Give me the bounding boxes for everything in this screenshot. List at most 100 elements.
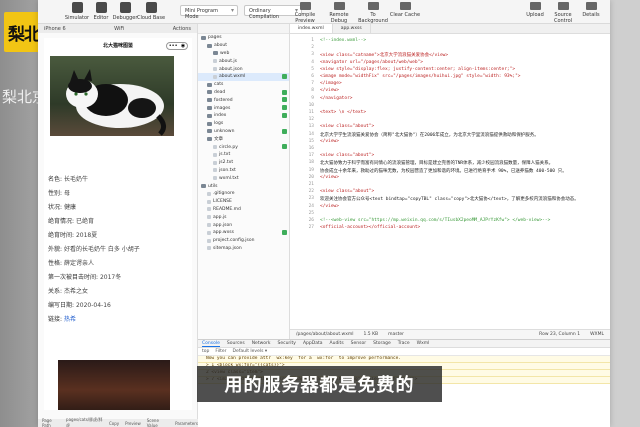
devtools-tab-audits[interactable]: Audits [330,341,344,346]
devtools-tab-console[interactable]: Console [202,341,220,347]
details-button[interactable]: Details [574,2,608,18]
line-number: 13 [308,124,314,130]
tree-folder[interactable]: pages [198,34,289,42]
tree-folder[interactable]: logs [198,120,289,128]
tree-folder[interactable]: unknown [198,128,289,136]
tree-label: app.js [213,214,227,220]
tree-file[interactable]: js.txt [198,151,289,159]
tree-label: images [214,105,231,111]
tree-label: LICENSE [213,199,232,205]
info-row: 关系: 杰希之女 [48,286,88,295]
git-status-icon [282,73,287,79]
tab-index-wxml[interactable]: index.wxml [290,24,333,33]
info-key: 名色: [48,176,63,183]
info-key: 绝育情况: [48,218,75,225]
close-icon[interactable]: ◉ [181,43,185,49]
cache-icon [399,2,411,10]
to-background-button[interactable]: To Background [356,2,390,24]
devtools-tab-storage[interactable]: Storage [373,341,391,346]
code-area[interactable]: 1 <!--index.wxml--> 2 3 <view class="catname… [290,35,610,329]
compile-preview-button[interactable]: Compile Preview [288,2,322,24]
capsule-menu[interactable]: ••• ◉ [166,42,188,50]
tree-file[interactable]: wxml.txt [198,174,289,182]
tree-folder[interactable]: cats [198,81,289,89]
info-link[interactable]: 热希 [64,316,76,323]
devtools-tab-wxml[interactable]: Wxml [417,341,430,346]
folder-icon [207,82,212,87]
devtools-tab-sources[interactable]: Sources [227,341,245,346]
line-number: 12 [308,117,314,123]
tree-file[interactable]: js2.txt [198,159,289,167]
device-select[interactable]: iPhone 6 [44,26,66,32]
line-number: 2 [311,45,314,51]
cat-photo [50,56,174,136]
devtools-tab-network[interactable]: Network [252,341,271,346]
tree-file[interactable]: about.wxml [198,72,289,81]
tree-file[interactable]: app.json [198,221,289,229]
tree-file[interactable]: README.md [198,206,289,214]
tree-file[interactable]: app.wxss [198,229,289,237]
tree-folder[interactable]: images [198,104,289,112]
info-row: 编写日期: 2020-04-16 [48,300,111,309]
devtools-tab-appdata[interactable]: AppData [303,341,323,346]
line-number: 18 [308,160,314,166]
status-path: /pages/about/about.wxml [296,332,354,337]
tree-file[interactable]: about.js [198,57,289,65]
file-icon [207,207,211,212]
more-icon[interactable]: ••• [169,43,178,49]
tree-folder[interactable]: 文章 [198,135,289,143]
tree-file[interactable]: .gitignore [198,190,289,198]
tree-folder[interactable]: fostered [198,96,289,104]
tree-file[interactable]: LICENSE [198,198,289,206]
info-key: 编写日期: [48,302,75,309]
tree-file[interactable]: about.json [198,65,289,73]
folder-icon [207,106,212,111]
clear-cache-button[interactable]: Clear Cache [388,2,422,18]
file-icon [213,152,217,157]
filter-input[interactable]: Filter [215,349,226,354]
cloud-base-button[interactable]: Cloud Base [134,2,168,21]
devtools-tab-trace[interactable]: Trace [398,341,410,346]
tree-folder[interactable]: index [198,112,289,120]
git-status-icon [282,89,287,95]
tab-app-wxss[interactable]: app.wxss [333,24,371,33]
file-icon [213,74,217,79]
file-icon [213,168,217,173]
tree-file[interactable]: json.txt [198,167,289,175]
mode-select[interactable]: Mini Program Mode [180,5,238,20]
levels-select[interactable]: Default levels ▾ [233,349,268,354]
preview-link[interactable]: Preview [125,421,141,426]
info-row: 绝育情况: 已绝育 [48,216,94,225]
tree-file[interactable]: project.config.json [198,237,289,245]
devtools-tab-sensor[interactable]: Sensor [351,341,366,346]
file-icon [213,160,217,165]
remote-debug-button[interactable]: Remote Debug [322,2,356,24]
info-value: 2020-04-16 [75,302,111,309]
code-line: <image mode="widthFix" src="/pages/image… [320,74,521,79]
actions-select[interactable]: Actions [173,26,191,32]
status-language: WXML [590,332,604,337]
file-tree-header [198,24,289,34]
status-branch[interactable]: master [388,332,404,337]
tree-file[interactable]: sitemap.json [198,245,289,253]
tree-file[interactable]: app.js [198,213,289,221]
tree-folder[interactable]: utils [198,182,289,190]
tree-label: about.json [219,66,243,72]
tree-folder[interactable]: about [198,42,289,50]
line-number: 16 [308,146,314,151]
line-number: 14 [308,131,314,137]
devtools-tab-security[interactable]: Security [277,341,295,346]
phone-screen: 北大猫咪图鉴 ••• ◉ 名色: 长毛奶牛 性别: 母 状况: 健康 绝育情况:… [44,38,192,410]
tree-file[interactable]: circle.py [198,143,289,151]
copy-link[interactable]: Copy [109,421,119,426]
cloud-icon [145,2,157,13]
line-number: 27 [308,225,314,231]
cat-illustration [66,69,166,136]
tree-label: 文章 [214,137,223,143]
tree-folder[interactable]: web [198,50,289,58]
tree-label: cats [214,82,224,88]
tree-folder[interactable]: dead [198,89,289,97]
context-select[interactable]: top [202,349,209,354]
file-icon [213,67,217,72]
network-select[interactable]: WiFi [114,26,124,32]
